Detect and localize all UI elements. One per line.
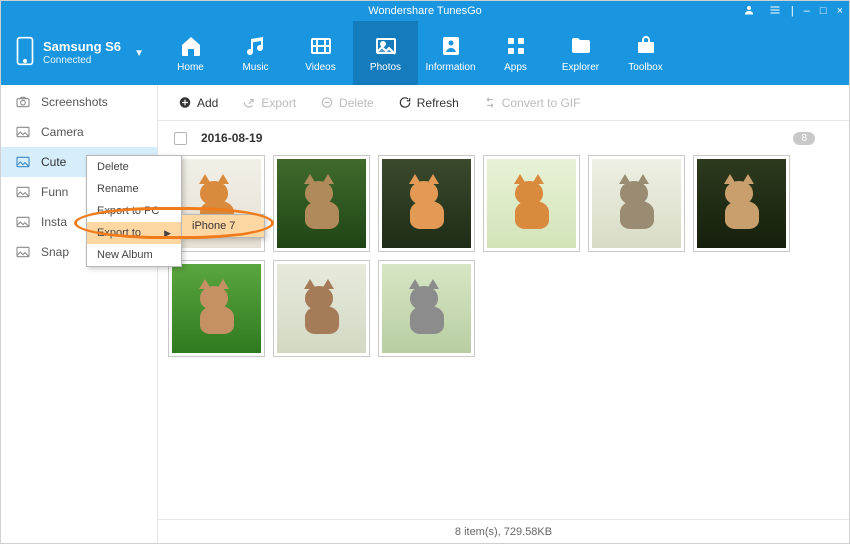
ctx-label: Delete	[97, 161, 129, 173]
ctx-rename[interactable]: Rename	[87, 178, 181, 200]
nav-music[interactable]: Music	[223, 21, 288, 85]
context-menu: Delete Rename Export to PC Export to ▶ N…	[86, 155, 182, 267]
header: Samsung S6 Connected ▼ Home Music Videos…	[1, 21, 849, 85]
main-panel: Add Export Delete Refresh Convert to GIF	[158, 85, 849, 543]
ctx-new-album[interactable]: New Album	[87, 244, 181, 266]
nav-information[interactable]: Information	[418, 21, 483, 85]
nav-explorer[interactable]: Explorer	[548, 21, 613, 85]
title-bar: Wondershare TunesGo | – □ ×	[1, 1, 849, 21]
nav-photos[interactable]: Photos	[353, 21, 418, 85]
sidebar-label: Funn	[41, 185, 68, 199]
status-text: 8 item(s), 729.58KB	[455, 526, 552, 538]
nav-music-label: Music	[242, 62, 268, 73]
ctx-label: Rename	[97, 183, 139, 195]
photo-outline-icon	[15, 184, 31, 200]
camera-outline-icon	[15, 94, 31, 110]
nav-photos-label: Photos	[370, 62, 401, 73]
menu-icon[interactable]	[769, 4, 781, 19]
nav-home[interactable]: Home	[158, 21, 223, 85]
refresh-icon	[398, 96, 412, 110]
convert-icon	[483, 96, 497, 110]
sidebar-label: Snap	[41, 245, 69, 259]
photo-outline-icon	[15, 124, 31, 140]
delete-button: Delete	[310, 92, 384, 114]
select-all-checkbox[interactable]	[174, 132, 187, 145]
chevron-down-icon: ▼	[134, 48, 144, 59]
photo-thumb[interactable]	[378, 155, 475, 252]
sidebar-label: Camera	[41, 125, 84, 139]
ctx-sub-iphone7[interactable]: iPhone 7	[182, 215, 264, 237]
sidebar-item-camera[interactable]: Camera	[1, 117, 157, 147]
nav-explorer-label: Explorer	[562, 62, 599, 73]
body: Screenshots Camera Cute Funn Insta Snap	[1, 85, 849, 543]
ctx-delete[interactable]: Delete	[87, 156, 181, 178]
nav-information-label: Information	[425, 62, 475, 73]
action-toolbar: Add Export Delete Refresh Convert to GIF	[158, 85, 849, 121]
delete-label: Delete	[339, 96, 374, 110]
device-selector[interactable]: Samsung S6 Connected ▼	[1, 21, 158, 85]
status-bar: 8 item(s), 729.58KB	[158, 519, 849, 543]
plus-circle-icon	[178, 96, 192, 110]
sidebar-label: Cute	[41, 155, 66, 169]
refresh-label: Refresh	[417, 96, 459, 110]
submenu-arrow-icon: ▶	[164, 228, 171, 239]
phone-icon	[15, 36, 35, 71]
maximize-button[interactable]: □	[820, 5, 827, 17]
sidebar-item-screenshots[interactable]: Screenshots	[1, 87, 157, 117]
ctx-label: New Album	[97, 249, 153, 261]
ctx-label: Export to	[97, 227, 141, 239]
device-status: Connected	[43, 55, 121, 67]
photo-grid	[158, 149, 849, 357]
export-button: Export	[232, 92, 306, 114]
sidebar: Screenshots Camera Cute Funn Insta Snap	[1, 85, 158, 543]
photo-thumb[interactable]	[168, 260, 265, 357]
minimize-button[interactable]: –	[804, 5, 810, 17]
nav-home-label: Home	[177, 62, 204, 73]
divider: |	[791, 5, 794, 17]
photo-outline-icon	[15, 214, 31, 230]
nav-toolbox-label: Toolbox	[628, 62, 662, 73]
photo-thumb[interactable]	[273, 260, 370, 357]
nav-apps-label: Apps	[504, 62, 527, 73]
ctx-export-to[interactable]: Export to ▶	[87, 222, 181, 244]
gif-button: Convert to GIF	[473, 92, 591, 114]
export-icon	[242, 96, 256, 110]
ctx-label: Export to PC	[97, 205, 159, 217]
context-submenu: iPhone 7	[181, 214, 265, 238]
photo-thumb[interactable]	[588, 155, 685, 252]
photo-thumb[interactable]	[693, 155, 790, 252]
refresh-button[interactable]: Refresh	[388, 92, 469, 114]
ctx-label: iPhone 7	[192, 220, 235, 232]
nav-apps[interactable]: Apps	[483, 21, 548, 85]
nav-videos[interactable]: Videos	[288, 21, 353, 85]
group-header: 2016-08-19 8	[158, 121, 849, 149]
sidebar-label: Screenshots	[41, 95, 108, 109]
gif-label: Convert to GIF	[502, 96, 581, 110]
close-button[interactable]: ×	[837, 5, 843, 17]
ctx-export-pc[interactable]: Export to PC	[87, 200, 181, 222]
group-date: 2016-08-19	[201, 131, 262, 145]
device-name: Samsung S6	[43, 39, 121, 55]
sidebar-label: Insta	[41, 215, 67, 229]
add-button[interactable]: Add	[168, 92, 228, 114]
add-label: Add	[197, 96, 218, 110]
user-icon[interactable]	[743, 4, 755, 19]
photo-icon	[15, 154, 31, 170]
export-label: Export	[261, 96, 296, 110]
window-controls: | – □ ×	[743, 1, 843, 21]
photo-thumb[interactable]	[483, 155, 580, 252]
nav-videos-label: Videos	[305, 62, 335, 73]
nav-toolbox[interactable]: Toolbox	[613, 21, 678, 85]
nav-tabs: Home Music Videos Photos Information App…	[158, 21, 849, 85]
photo-thumb[interactable]	[273, 155, 370, 252]
minus-circle-icon	[320, 96, 334, 110]
app-title: Wondershare TunesGo	[368, 5, 482, 17]
device-text: Samsung S6 Connected	[43, 39, 121, 67]
photo-outline-icon	[15, 244, 31, 260]
group-count-badge: 8	[793, 132, 815, 145]
photo-thumb[interactable]	[378, 260, 475, 357]
